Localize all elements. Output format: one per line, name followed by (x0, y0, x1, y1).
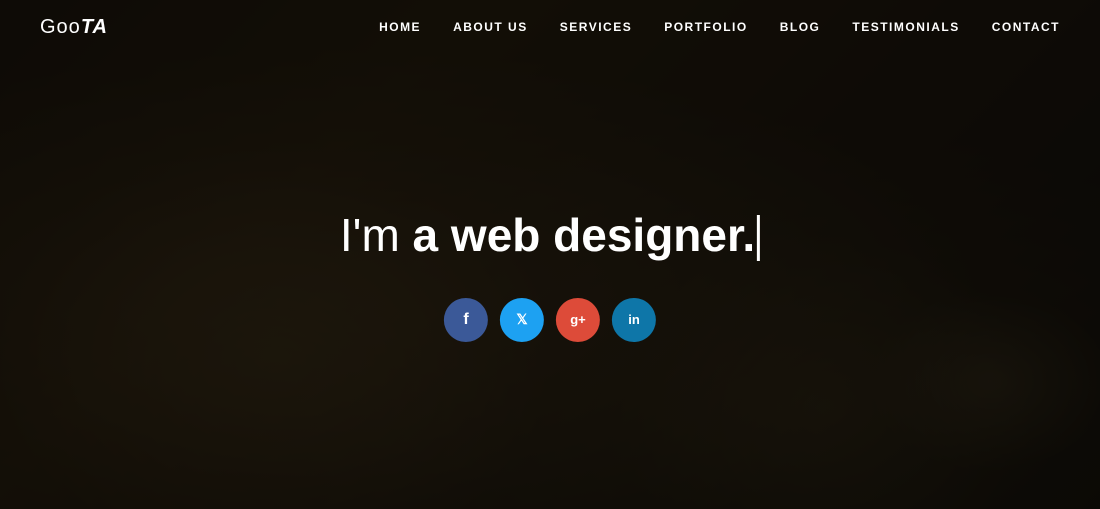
nav-links: HOME ABOUT US SERVICES PORTFOLIO BLOG TE… (379, 18, 1060, 36)
cursor-blink (757, 215, 760, 261)
hero-title-normal: I'm (340, 209, 413, 261)
hero-title-bold: a web designer. (413, 209, 756, 261)
logo-text-ta: TA (81, 16, 108, 38)
social-gplus-button[interactable]: g+ (556, 298, 600, 342)
nav-item-contact[interactable]: CONTACT (992, 20, 1060, 34)
nav-item-home[interactable]: HOME (379, 20, 421, 34)
navbar: GooTA HOME ABOUT US SERVICES PORTFOLIO B… (0, 0, 1100, 54)
social-facebook-button[interactable]: f (444, 298, 488, 342)
hero-content: I'm a web designer. f 𝕏 g+ in (340, 208, 760, 342)
social-icons: f 𝕏 g+ in (340, 298, 760, 342)
social-linkedin-button[interactable]: in (612, 298, 656, 342)
social-twitter-button[interactable]: 𝕏 (500, 298, 544, 342)
nav-item-services[interactable]: SERVICES (560, 20, 632, 34)
nav-item-testimonials[interactable]: TESTIMONIALS (852, 20, 959, 34)
nav-item-blog[interactable]: BLOG (780, 20, 821, 34)
logo[interactable]: GooTA (40, 16, 108, 39)
nav-item-about[interactable]: ABOUT US (453, 20, 528, 34)
logo-text-goo: Goo (40, 16, 81, 38)
hero-title: I'm a web designer. (340, 208, 760, 262)
hero-section: GooTA HOME ABOUT US SERVICES PORTFOLIO B… (0, 0, 1100, 509)
nav-item-portfolio[interactable]: PORTFOLIO (664, 20, 748, 34)
